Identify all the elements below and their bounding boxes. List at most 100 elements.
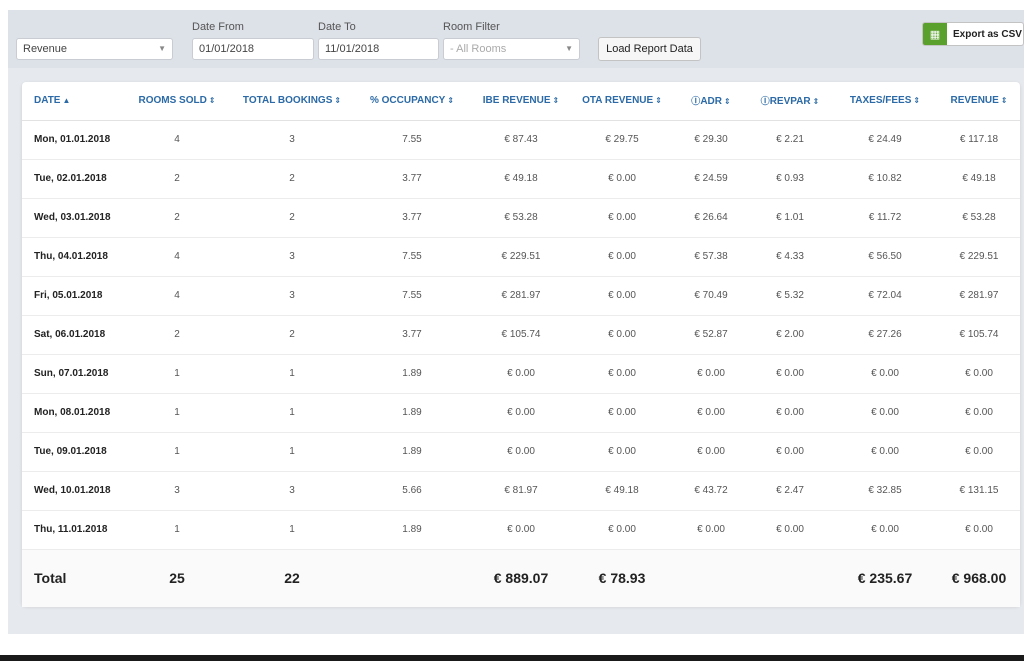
total-cell: 22 bbox=[232, 549, 352, 607]
table-cell: € 32.85 bbox=[832, 471, 938, 511]
table-cell: € 2.47 bbox=[748, 471, 832, 511]
sort-arrow-icon: ⇕ bbox=[334, 96, 342, 106]
table-cell: € 0.00 bbox=[570, 354, 674, 394]
table-cell: 1 bbox=[122, 393, 232, 433]
table-cell: Thu, 11.01.2018 bbox=[22, 510, 122, 550]
col-date[interactable]: DATE ▲ bbox=[22, 82, 122, 121]
table-cell: 2 bbox=[232, 315, 352, 355]
col-ibe-revenue[interactable]: IBE REVENUE ⇕ bbox=[472, 82, 570, 121]
date-to-value: 11/01/2018 bbox=[325, 43, 380, 55]
table-cell: € 0.00 bbox=[674, 354, 748, 394]
table-cell: 4 bbox=[122, 120, 232, 160]
table-cell: 2 bbox=[232, 198, 352, 238]
col-ota-revenue[interactable]: OTA REVENUE ⇕ bbox=[570, 82, 674, 121]
table-cell: € 0.00 bbox=[748, 510, 832, 550]
table-cell: € 2.00 bbox=[748, 315, 832, 355]
table-cell: € 49.18 bbox=[472, 159, 570, 199]
total-cell: € 78.93 bbox=[570, 549, 674, 607]
sort-arrow-icon: ⇕ bbox=[913, 96, 921, 106]
table-cell: € 0.00 bbox=[748, 393, 832, 433]
question-circle-icon[interactable]: ⓘ bbox=[761, 96, 770, 106]
table-cell: € 0.00 bbox=[748, 432, 832, 472]
date-to-label: Date To bbox=[318, 21, 356, 33]
total-row: Total 25 22 € 889.07 € 78.93 € 235.67 € 968.00 bbox=[22, 549, 1020, 607]
chevron-down-icon: ▼ bbox=[565, 44, 573, 53]
table-cell: € 26.64 bbox=[674, 198, 748, 238]
table-cell: € 105.74 bbox=[472, 315, 570, 355]
total-cell: Total bbox=[22, 549, 122, 607]
table-cell: 2 bbox=[122, 315, 232, 355]
table-cell: € 70.49 bbox=[674, 276, 748, 316]
table-cell: € 4.33 bbox=[748, 237, 832, 277]
table-row: Mon, 01.01.2018 4 3 7.55 € 87.43 € 29.75 € 29.… bbox=[22, 120, 1020, 160]
table-row: Wed, 10.01.2018 3 3 5.66 € 81.97 € 49.18 € 43.… bbox=[22, 471, 1020, 511]
table-cell: € 57.38 bbox=[674, 237, 748, 277]
table-cell: 1 bbox=[122, 354, 232, 394]
table-cell: € 0.00 bbox=[570, 393, 674, 433]
table-cell: € 0.00 bbox=[832, 432, 938, 472]
total-cell bbox=[748, 549, 832, 607]
table-cell: 3.77 bbox=[352, 315, 472, 355]
table-cell: € 0.00 bbox=[832, 354, 938, 394]
table-cell: € 2.21 bbox=[748, 120, 832, 160]
table-cell: € 24.49 bbox=[832, 120, 938, 160]
sort-arrow-icon: ⇕ bbox=[447, 96, 455, 106]
sort-up-icon: ▲ bbox=[62, 96, 71, 106]
table-cell: € 0.00 bbox=[938, 432, 1020, 472]
table-cell: € 49.18 bbox=[938, 159, 1020, 199]
table-cell: € 11.72 bbox=[832, 198, 938, 238]
table-cell: € 229.51 bbox=[472, 237, 570, 277]
table-cell: 7.55 bbox=[352, 120, 472, 160]
table-cell: Mon, 08.01.2018 bbox=[22, 393, 122, 433]
table-cell: 1 bbox=[232, 354, 352, 394]
room-filter-select[interactable]: - All Rooms ▼ bbox=[443, 38, 580, 60]
table-cell: € 0.00 bbox=[570, 432, 674, 472]
room-filter-label: Room Filter bbox=[443, 21, 500, 33]
sort-arrow-icon: ⇕ bbox=[552, 96, 560, 106]
table-row: Tue, 09.01.2018 1 1 1.89 € 0.00 € 0.00 € 0.00 €… bbox=[22, 432, 1020, 472]
col-revenue[interactable]: REVENUE ⇕ bbox=[938, 82, 1020, 121]
total-cell bbox=[352, 549, 472, 607]
table-cell: € 87.43 bbox=[472, 120, 570, 160]
table-cell: € 0.00 bbox=[570, 198, 674, 238]
table-row: Tue, 02.01.2018 2 2 3.77 € 49.18 € 0.00 € 24.5… bbox=[22, 159, 1020, 199]
col-revpar[interactable]: ⓘREVPAR ⇕ bbox=[748, 82, 832, 121]
export-csv-label: Export as CSV bbox=[953, 28, 1022, 40]
table-cell: € 49.18 bbox=[570, 471, 674, 511]
col-occupancy[interactable]: % OCCUPANCY ⇕ bbox=[352, 82, 472, 121]
date-from-input[interactable]: 01/01/2018 bbox=[192, 38, 314, 60]
table-cell: 2 bbox=[122, 198, 232, 238]
report-type-select[interactable]: Revenue ▼ bbox=[16, 38, 173, 60]
table-row: Thu, 04.01.2018 4 3 7.55 € 229.51 € 0.00 € 57.… bbox=[22, 237, 1020, 277]
col-adr[interactable]: ⓘADR ⇕ bbox=[674, 82, 748, 121]
table-cell: € 0.00 bbox=[674, 432, 748, 472]
table-cell: 1 bbox=[122, 432, 232, 472]
col-taxes-fees[interactable]: TAXES/FEES ⇕ bbox=[832, 82, 938, 121]
sort-arrow-icon: ⇕ bbox=[1000, 96, 1008, 106]
table-cell: € 0.00 bbox=[472, 354, 570, 394]
table-cell: € 0.00 bbox=[570, 159, 674, 199]
table-cell: € 0.00 bbox=[472, 510, 570, 550]
table-row: Mon, 08.01.2018 1 1 1.89 € 0.00 € 0.00 € 0.00 €… bbox=[22, 393, 1020, 433]
date-to-input[interactable]: 11/01/2018 bbox=[318, 38, 439, 60]
sort-arrow-icon: ⇕ bbox=[208, 96, 216, 106]
sort-arrow-icon: ⇕ bbox=[723, 97, 731, 107]
col-rooms-sold[interactable]: ROOMS SOLD ⇕ bbox=[122, 82, 232, 121]
col-total-bookings[interactable]: TOTAL BOOKINGS ⇕ bbox=[232, 82, 352, 121]
table-cell: 2 bbox=[232, 159, 352, 199]
table-row: Sun, 07.01.2018 1 1 1.89 € 0.00 € 0.00 € 0.00 €… bbox=[22, 354, 1020, 394]
table-cell: 3 bbox=[232, 471, 352, 511]
export-csv-button[interactable]: ▦ Export as CSV bbox=[922, 22, 1024, 46]
table-cell: € 52.87 bbox=[674, 315, 748, 355]
table-cell: € 281.97 bbox=[938, 276, 1020, 316]
table-cell: 4 bbox=[122, 237, 232, 277]
table-cell: € 0.00 bbox=[472, 393, 570, 433]
table-cell: € 0.00 bbox=[570, 510, 674, 550]
load-report-button[interactable]: Load Report Data bbox=[598, 37, 701, 61]
table-cell: € 0.00 bbox=[674, 510, 748, 550]
table-row: Sat, 06.01.2018 2 2 3.77 € 105.74 € 0.00 € 52.… bbox=[22, 315, 1020, 355]
table-cell: € 0.00 bbox=[832, 510, 938, 550]
table-cell: € 229.51 bbox=[938, 237, 1020, 277]
table-cell: 1.89 bbox=[352, 432, 472, 472]
question-circle-icon[interactable]: ⓘ bbox=[691, 96, 700, 106]
